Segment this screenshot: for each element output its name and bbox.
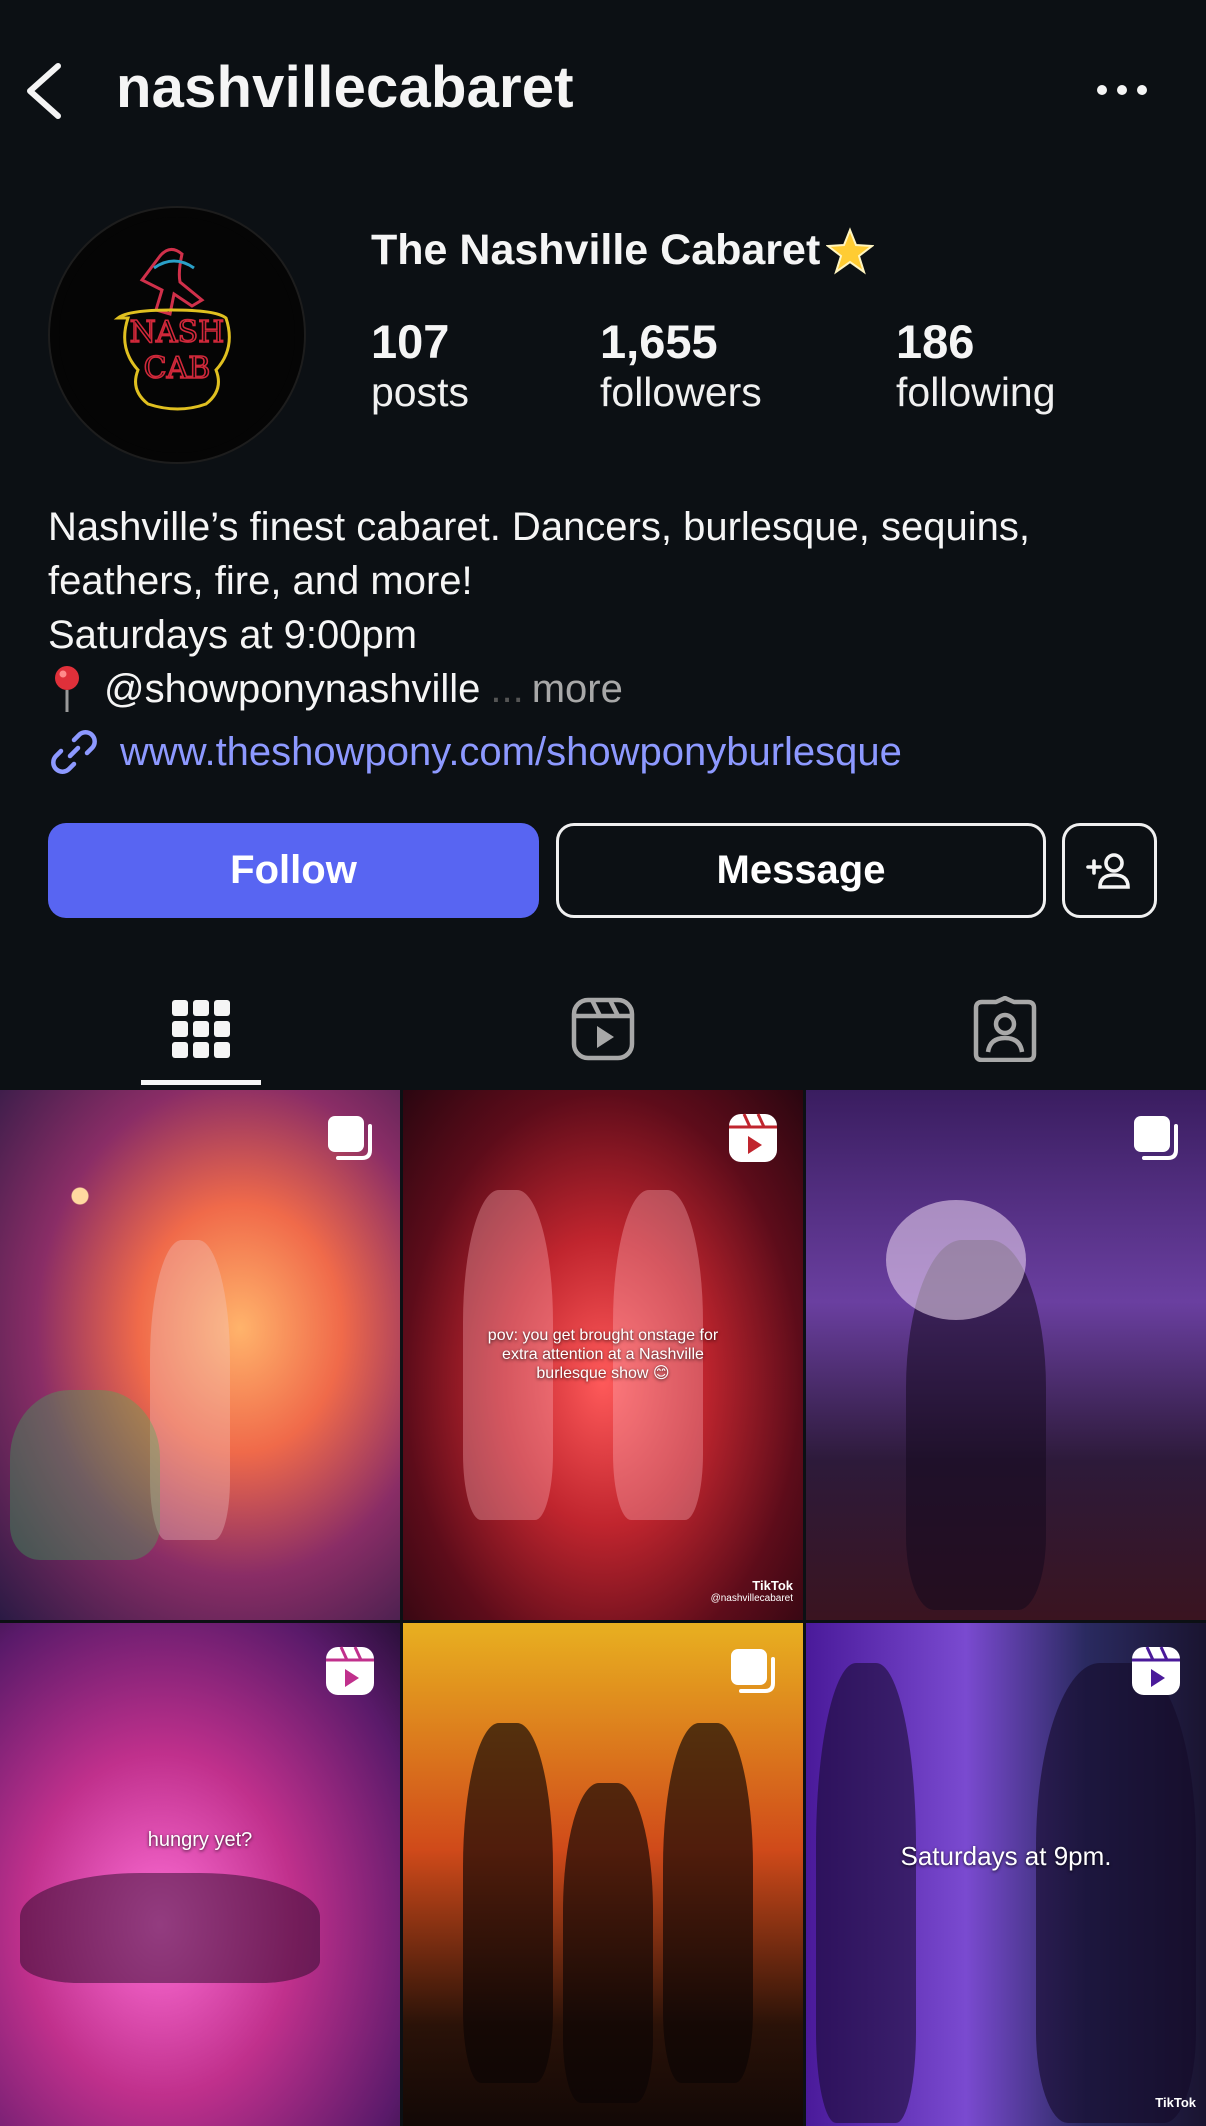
dancer-figure (663, 1723, 753, 2083)
reel-icon (729, 1113, 777, 1162)
post-caption-overlay: hungry yet? (147, 1829, 253, 1851)
avatar[interactable]: NASH CAB (48, 206, 306, 464)
grid-icon (172, 1000, 230, 1058)
post-caption-overlay: Saturdays at 9pm. (900, 1841, 1112, 1871)
tiktok-handle: @nashvillecabaret (710, 1593, 793, 1604)
stat-followers[interactable]: 1,655 followers (600, 316, 762, 417)
link-icon (51, 730, 97, 774)
bio-link-row[interactable]: www.theshowpony.com/showponyburlesque (48, 726, 902, 778)
dancer-figure (20, 1873, 320, 1983)
bio-line-1: Nashville’s finest cabaret. Dancers, bur… (48, 505, 1030, 549)
post-thumbnail[interactable]: pov: you get brought onstage for extra a… (403, 1090, 803, 1620)
message-button[interactable]: Message (556, 823, 1046, 918)
post-thumbnail[interactable] (0, 1090, 400, 1620)
reel-icon (1132, 1646, 1180, 1695)
posts-grid: pov: you get brought onstage for extra a… (0, 1090, 1206, 2126)
post-caption-overlay: pov: you get brought onstage for extra a… (487, 1327, 719, 1382)
post-thumbnail[interactable] (806, 1090, 1206, 1620)
following-label: following (896, 368, 1056, 415)
bio: Nashville’s finest cabaret. Dancers, bur… (48, 500, 1168, 716)
bio-mention-link[interactable]: @showponynashville (104, 662, 480, 716)
add-person-icon (1085, 852, 1130, 889)
profile-tabs (0, 970, 1206, 1088)
tab-posts-grid[interactable] (0, 970, 402, 1088)
bio-line-2: feathers, fire, and more! (48, 559, 473, 603)
bio-line-3: Saturdays at 9:00pm (48, 613, 418, 657)
bio-more-button[interactable]: more (532, 662, 623, 716)
suggested-users-button[interactable] (1062, 823, 1157, 918)
more-options-icon[interactable] (1094, 82, 1150, 98)
tab-tagged[interactable] (804, 970, 1206, 1088)
external-link[interactable]: www.theshowpony.com/showponyburlesque (120, 730, 902, 775)
reel-icon (326, 1646, 374, 1695)
carousel-icon (328, 1116, 372, 1160)
display-name: The Nashville Cabaret (371, 226, 875, 275)
dancer-figure (1036, 1663, 1196, 2123)
dancer-figure (10, 1390, 160, 1560)
dancer-figure (150, 1240, 230, 1540)
carousel-icon (731, 1649, 775, 1693)
followers-label: followers (600, 368, 762, 415)
tiktok-watermark: TikTok @nashvillecabaret (711, 1578, 793, 1604)
tab-reels[interactable] (402, 970, 804, 1088)
bio-ellipsis: ... (490, 667, 524, 711)
post-thumbnail[interactable]: Saturdays at 9pm. TikTok (806, 1623, 1206, 2126)
logo-text-cab: CAB (144, 351, 211, 386)
display-name-text: The Nashville Cabaret (371, 226, 821, 274)
posts-label: posts (371, 368, 469, 415)
top-bar: nashvillecabaret (0, 0, 1206, 180)
logo-text-nash: NASH (130, 315, 225, 350)
post-thumbnail[interactable]: hungry yet? (0, 1623, 400, 2126)
reels-icon (571, 997, 635, 1061)
follow-button[interactable]: Follow (48, 823, 539, 918)
nashville-cabaret-logo: NASH CAB (59, 217, 295, 453)
tagged-icon (973, 996, 1037, 1062)
profile-username: nashvillecabaret (116, 55, 574, 120)
tiktok-watermark: TikTok (1155, 2095, 1196, 2110)
round-pushpin-icon (55, 666, 79, 712)
tiktok-label: TikTok (1155, 2095, 1196, 2110)
stat-posts[interactable]: 107 posts (371, 316, 469, 417)
dancer-hair (886, 1200, 1026, 1320)
dancer-figure (463, 1723, 553, 2083)
followers-count: 1,655 (600, 315, 718, 368)
bio-handle-row: @showponynashville ... more (48, 662, 1168, 716)
back-arrow-icon[interactable] (22, 62, 66, 120)
post-thumbnail[interactable] (403, 1623, 803, 2126)
dancer-figure (816, 1663, 916, 2123)
dancer-figure (563, 1783, 653, 2103)
glowing-star-icon (826, 226, 875, 275)
carousel-icon (1134, 1116, 1178, 1160)
tiktok-label: TikTok (752, 1578, 793, 1593)
posts-count: 107 (371, 315, 450, 368)
following-count: 186 (896, 315, 975, 368)
active-tab-indicator (141, 1080, 261, 1085)
stat-following[interactable]: 186 following (896, 316, 1056, 417)
